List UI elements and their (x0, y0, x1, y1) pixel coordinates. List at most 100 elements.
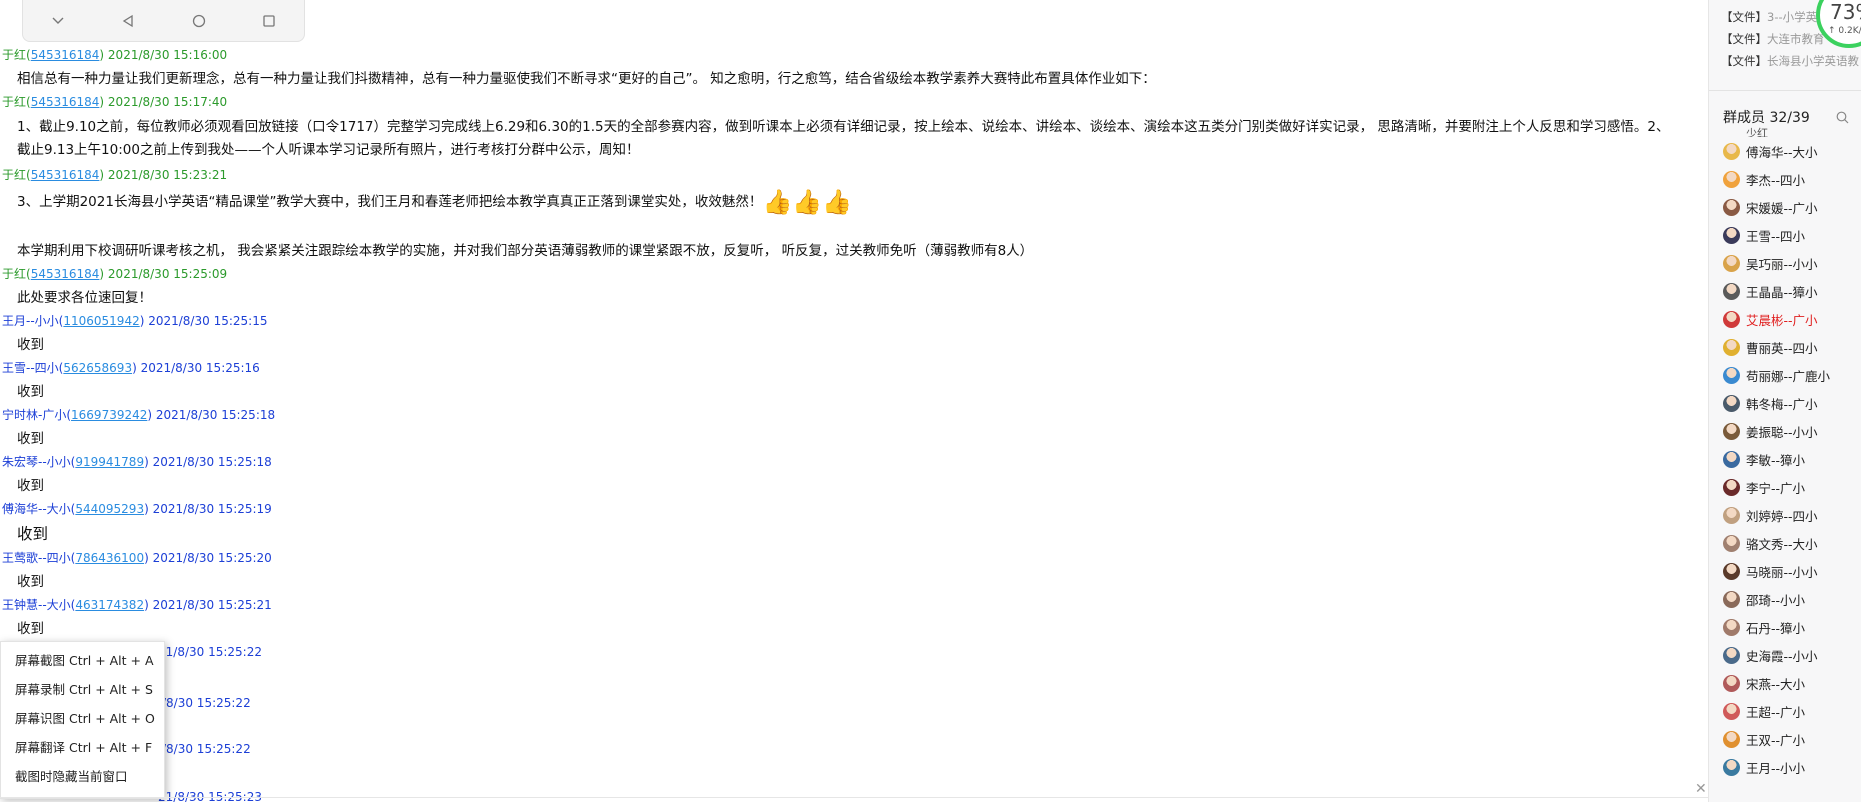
message-time: 2021/8/30 15:23:21 (107, 168, 228, 182)
close-icon[interactable]: ✕ (1695, 781, 1707, 797)
message-time: 2021/8/30 15:25:21 (152, 598, 272, 612)
sender-qq-link[interactable]: 463174382 (75, 598, 144, 612)
member-item-partial[interactable]: 少红 (1723, 125, 1861, 137)
home-icon[interactable] (179, 1, 219, 41)
sender-qq-link[interactable]: 545316184 (31, 267, 100, 281)
message-time: 21/8/30 15:25:23 (158, 790, 262, 802)
chat-area: 于红(545316184) 2021/8/30 15:16:00 相信总有一种力… (0, 0, 1708, 802)
chevron-down-icon[interactable] (38, 1, 78, 41)
group-side-panel: 【文件】3--小学英 【文件】大连市教育 【文件】长海县小学英语教 73% ↑ … (1708, 0, 1861, 802)
recent-apps-icon[interactable] (249, 1, 289, 41)
member-item[interactable]: 韩冬梅--广小 (1723, 389, 1861, 417)
message-time: 2021/8/30 15:25:09 (107, 267, 228, 281)
member-item[interactable]: 马晓丽--小小 (1723, 557, 1861, 585)
menu-item-screen-recognize[interactable]: 屏幕识图 Ctrl + Alt + O (1, 704, 164, 733)
message-header: 于红(545316184) 2021/8/30 15:17:40 (2, 95, 228, 109)
member-item[interactable]: 史海霞--小小 (1723, 641, 1861, 669)
member-item[interactable]: 石丹--獐小 (1723, 613, 1861, 641)
avatar (1723, 758, 1740, 776)
message-time: 2021/8/30 15:25:16 (140, 361, 260, 375)
member-name: 李宁--广小 (1746, 480, 1806, 496)
member-name: 李杰--四小 (1746, 172, 1806, 188)
back-icon[interactable] (108, 1, 148, 41)
avatar (1723, 142, 1740, 160)
member-item[interactable]: 邵琦--小小 (1723, 585, 1861, 613)
member-item[interactable]: 宋燕--大小 (1723, 669, 1861, 697)
avatar (1723, 366, 1740, 384)
member-list: 少红 傅海华--大小 李杰--四小 宋媛媛--广小王雪--四小 吴巧丽--小小 王晶晶-… (1723, 125, 1861, 781)
sender-qq-link[interactable]: 545316184 (31, 168, 100, 182)
member-item[interactable]: 王双--广小 (1723, 725, 1861, 753)
sender-qq-link[interactable]: 562658693 (63, 361, 132, 375)
member-name: 王双--广小 (1746, 732, 1806, 748)
sender-name: 王钟慧--大小 (2, 598, 71, 612)
member-item[interactable]: 苟丽娜--广鹿小 (1723, 361, 1861, 389)
avatar (1723, 310, 1740, 328)
member-name: 李敏--獐小 (1746, 452, 1806, 468)
member-name: 宋媛媛--广小 (1746, 200, 1818, 216)
member-item[interactable]: 姜振聪--小小 (1723, 417, 1861, 445)
avatar (1723, 478, 1740, 496)
message: 朱宏琴--小小(919941789) 2021/8/30 15:25:18 收到 (0, 451, 1700, 498)
sender-qq-link[interactable]: 545316184 (31, 48, 100, 62)
member-item[interactable]: 王晶晶--獐小 (1723, 277, 1861, 305)
member-name: 王超--广小 (1746, 704, 1806, 720)
message-time: 2021/8/30 15:16:00 (107, 48, 228, 62)
file-tag: 【文件】 (1721, 32, 1767, 46)
sender-qq-link[interactable]: 919941789 (75, 455, 144, 469)
message: 王月--小小(1106051942) 2021/8/30 15:25:15 收到 (0, 310, 1700, 357)
menu-item-screenshot[interactable]: 屏幕截图 Ctrl + Alt + A (1, 646, 164, 675)
message-text: 收到 (17, 431, 44, 447)
member-item[interactable]: 吴巧丽--小小 (1723, 249, 1861, 277)
gauge-percent: 73% (1830, 0, 1861, 24)
sender-qq-link[interactable]: 545316184 (31, 95, 100, 109)
message-time: 2021/8/30 15:25:19 (152, 502, 272, 516)
message-header: 于红(545316184) 2021/8/30 15:25:09 (2, 267, 228, 281)
sender-name: 朱宏琴--小小 (2, 455, 71, 469)
avatar (1723, 506, 1740, 524)
screenshot-context-menu: 屏幕截图 Ctrl + Alt + A 屏幕录制 Ctrl + Alt + S … (0, 641, 165, 799)
avatar (1723, 590, 1740, 608)
sender-qq-link[interactable]: 786436100 (75, 551, 144, 565)
member-item[interactable]: 傅海华--大小 (1723, 137, 1861, 165)
avatar (1723, 422, 1740, 440)
sender-name: 于红 (2, 267, 27, 281)
avatar (1723, 646, 1740, 664)
members-title: 群成员 32/39 (1723, 110, 1810, 126)
sender-name: 于红 (2, 95, 27, 109)
avatar (1723, 198, 1740, 216)
member-item[interactable]: 李宁--广小 (1723, 473, 1861, 501)
member-name: 傅海华--大小 (1746, 144, 1818, 160)
member-item[interactable]: 李敏--獐小 (1723, 445, 1861, 473)
divider (1709, 90, 1861, 91)
member-name: 韩冬梅--广小 (1746, 396, 1818, 412)
avatar (1723, 618, 1740, 636)
member-item[interactable]: 王雪--四小 (1723, 221, 1861, 249)
message-text: 收到 (17, 525, 49, 543)
menu-item-screen-translate[interactable]: 屏幕翻译 Ctrl + Alt + F (1, 733, 164, 762)
member-item[interactable]: 宋媛媛--广小 (1723, 193, 1861, 221)
member-item[interactable]: 王月--小小 (1723, 753, 1861, 781)
sender-qq-link[interactable]: 544095293 (75, 502, 144, 516)
avatar (1723, 674, 1740, 692)
avatar (1723, 450, 1740, 468)
message-header: 朱宏琴--小小(919941789) 2021/8/30 15:25:18 (2, 455, 272, 469)
member-name: 艾晨彬--广小 (1746, 312, 1818, 328)
menu-item-screen-record[interactable]: 屏幕录制 Ctrl + Alt + S (1, 675, 164, 704)
file-item[interactable]: 【文件】长海县小学英语教 (1721, 50, 1861, 72)
member-item[interactable]: 曹丽英--四小 (1723, 333, 1861, 361)
sender-name: 宁时林-广小 (2, 408, 67, 422)
member-item[interactable]: 刘婷婷--四小 (1723, 501, 1861, 529)
sender-qq-link[interactable]: 1106051942 (63, 314, 139, 328)
member-name: 王月--小小 (1746, 760, 1806, 776)
message-text: 收到 (17, 384, 44, 400)
sender-qq-link[interactable]: 1669739242 (71, 408, 147, 422)
menu-item-hide-window[interactable]: 截图时隐藏当前窗口 (1, 762, 164, 791)
member-item[interactable]: 王超--广小 (1723, 697, 1861, 725)
member-name: 马晓丽--小小 (1746, 564, 1818, 580)
member-item[interactable]: 艾晨彬--广小 (1723, 305, 1861, 333)
message: 宁时林-广小(1669739242) 2021/8/30 15:25:18 收到 (0, 404, 1700, 451)
message: 于红(545316184) 2021/8/30 15:25:09 此处要求各位速… (0, 263, 1700, 310)
member-item[interactable]: 李杰--四小 (1723, 165, 1861, 193)
member-item[interactable]: 骆文秀--大小 (1723, 529, 1861, 557)
